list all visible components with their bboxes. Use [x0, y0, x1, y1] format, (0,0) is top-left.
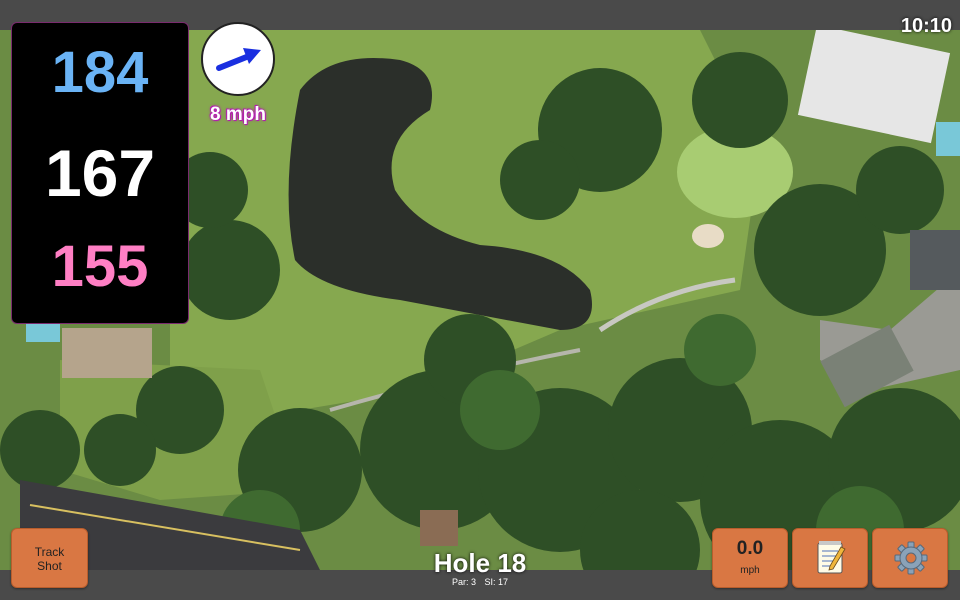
back-distance: 184	[51, 40, 149, 105]
wind-arrow-icon	[216, 48, 261, 71]
track-shot-button[interactable]: Track Shot	[11, 528, 88, 588]
middle-distance: 167	[44, 136, 156, 210]
speed-value: 0.0	[736, 538, 764, 559]
hole-stroke-index: SI: 17	[484, 577, 509, 587]
hole-par: Par: 3	[451, 577, 476, 587]
notepad-icon	[817, 541, 846, 574]
speed-unit: mph	[740, 565, 760, 576]
settings-button[interactable]	[872, 528, 948, 588]
track-shot-label-2: Shot	[37, 559, 62, 573]
clock: 10:10	[900, 15, 952, 37]
gear-icon	[894, 541, 928, 575]
speed-button[interactable]: 0.0 mph	[712, 528, 788, 588]
notes-button[interactable]	[792, 528, 868, 588]
front-distance: 155	[51, 234, 149, 299]
hole-title: Hole 18	[433, 548, 527, 578]
track-shot-label-1: Track	[34, 545, 65, 559]
wind-indicator	[201, 22, 275, 96]
wind-speed-label: 8 mph	[210, 104, 266, 125]
hole-info: Par: 3 SI: 17	[380, 577, 580, 587]
yardage-panel: 184 167 155	[11, 22, 189, 324]
